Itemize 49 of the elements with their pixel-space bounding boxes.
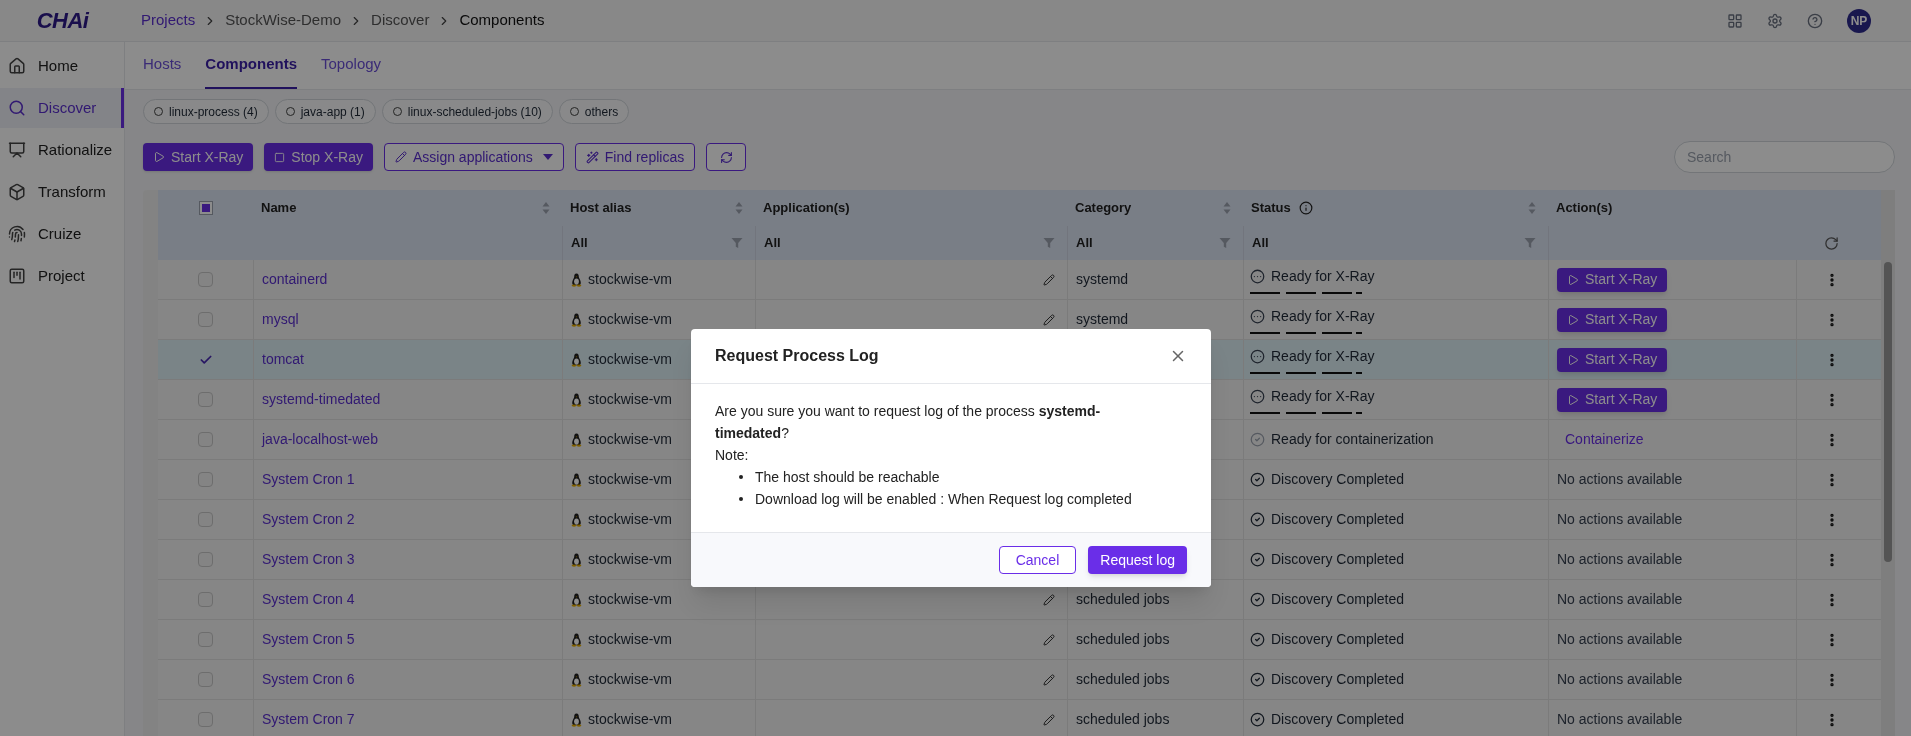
status-text: Ready for X-Ray: [1271, 346, 1375, 366]
column-header: Action(s): [1556, 199, 1613, 218]
host-cell-text: stockwise-vm: [588, 670, 672, 689]
host-cell-text: stockwise-vm: [588, 510, 672, 529]
status-text: Ready for X-Ray: [1271, 266, 1375, 286]
status-text: Ready for containerization: [1271, 430, 1434, 449]
status-text: Discovery Completed: [1271, 550, 1405, 569]
status-text: Discovery Completed: [1271, 630, 1405, 649]
status-text: Ready for X-Ray: [1271, 306, 1375, 326]
dialog-title: Request Process Log: [715, 346, 879, 366]
column-header: Name: [261, 199, 297, 218]
status-text: Discovery Completed: [1271, 670, 1405, 689]
action-text: No actions available: [1557, 550, 1683, 569]
note-item: The host should be reachable: [755, 468, 940, 487]
category-cell-text: scheduled jobs: [1076, 590, 1170, 609]
action-text: No actions available: [1557, 590, 1683, 609]
dialog-message: Are you sure you want to request log of the process systemd-timedated?: [715, 402, 1102, 443]
host-cell-text: stockwise-vm: [588, 270, 672, 289]
host-cell-text: stockwise-vm: [588, 630, 672, 649]
category-cell-text: scheduled jobs: [1076, 630, 1170, 649]
action-text: No actions available: [1557, 710, 1683, 729]
category-cell-text: systemd: [1076, 310, 1129, 329]
action-text: No actions available: [1557, 510, 1683, 529]
action-text: No actions available: [1557, 630, 1683, 649]
column-header: Application(s): [763, 199, 850, 218]
host-cell-text: stockwise-vm: [588, 710, 672, 729]
host-cell-text: stockwise-vm: [588, 310, 672, 329]
column-header: Host alias: [570, 199, 632, 218]
category-cell-text: systemd: [1076, 270, 1129, 289]
action-text: No actions available: [1557, 670, 1683, 689]
host-cell-text: stockwise-vm: [588, 430, 672, 449]
column-header: Category: [1075, 199, 1132, 218]
host-cell-text: stockwise-vm: [588, 350, 672, 369]
action-text: No actions available: [1557, 470, 1683, 489]
host-cell-text: stockwise-vm: [588, 590, 672, 609]
breadcrumb-current: Components: [459, 10, 545, 31]
category-cell-text: scheduled jobs: [1076, 710, 1170, 729]
note-label: Note:: [715, 446, 750, 465]
note-item: Download log will be enabled : When Request log completed: [755, 490, 1132, 509]
host-cell-text: stockwise-vm: [588, 390, 672, 409]
status-text: Ready for X-Ray: [1271, 386, 1375, 406]
column-header: Status: [1251, 199, 1291, 218]
status-text: Discovery Completed: [1271, 710, 1405, 729]
status-text: Discovery Completed: [1271, 590, 1405, 609]
category-cell-text: scheduled jobs: [1076, 670, 1170, 689]
host-cell-text: stockwise-vm: [588, 470, 672, 489]
status-text: Discovery Completed: [1271, 510, 1405, 529]
host-cell-text: stockwise-vm: [588, 550, 672, 569]
status-text: Discovery Completed: [1271, 470, 1405, 489]
